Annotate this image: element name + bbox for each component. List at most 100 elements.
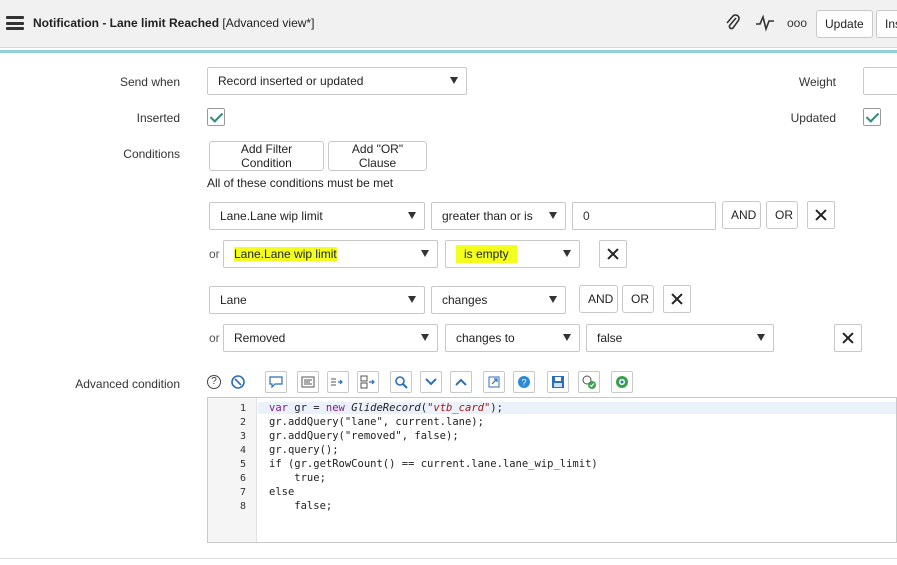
code-line: true; [269,472,326,484]
send-when-select[interactable]: Record inserted or updated [207,67,467,95]
code-keyword: new [325,402,345,414]
condition-operator-select[interactable]: changes [431,286,566,314]
replace-icon[interactable] [327,371,349,393]
inserted-label: Inserted [136,111,180,125]
chevron-down-icon [450,77,458,84]
code-line: false; [269,500,333,512]
remove-condition-button[interactable] [599,240,627,268]
send-when-value: Record inserted or updated [218,74,364,88]
save-icon[interactable] [547,371,569,393]
or-button[interactable]: OR [766,201,798,229]
line-number: 1 [239,403,246,414]
title-record-name: Notification - Lane limit Reached [33,16,220,30]
and-button[interactable]: AND [722,201,761,229]
format-code-icon[interactable] [297,371,319,393]
update-button[interactable]: Update [816,10,873,38]
line-number: 4 [239,445,246,456]
all-conditions-text: All of these conditions must be met [207,176,394,190]
line-number: 5 [239,459,246,470]
send-when-label: Send when [119,75,180,89]
remove-condition-button[interactable] [663,285,691,313]
condition-operator-value: changes to [456,331,515,345]
code-text: ); [490,402,503,414]
code-line: gr.addQuery("removed", false); [269,430,459,442]
line-number: 6 [239,473,246,484]
header-accent-line [0,50,897,53]
code-line: else [269,486,295,498]
code-text: gr = [287,402,326,414]
remove-condition-button[interactable] [807,201,835,229]
weight-input[interactable] [863,67,897,95]
condition-value-select[interactable]: false [586,324,774,352]
or-text: or [209,331,220,345]
chevron-down-icon [549,212,557,219]
chevron-up-icon[interactable] [450,371,472,393]
code-line: if (gr.getRowCount() == current.lane.lan… [269,458,598,470]
chevron-down-icon [757,334,765,341]
condition-operator-select[interactable]: greater than or is [431,202,566,230]
condition-field-value: Lane [220,293,247,307]
condition-field-select[interactable]: Lane [209,286,425,314]
script-tree-icon[interactable] [227,371,249,393]
condition-value-input[interactable]: 0 [572,202,716,230]
condition-field-value: Removed [234,331,286,345]
help-circle-icon[interactable]: ? [513,371,535,393]
svg-text:?: ? [521,378,526,388]
updated-checkbox[interactable] [863,108,881,126]
chevron-down-icon [421,250,429,257]
page-title: Notification - Lane limit Reached [Advan… [33,16,314,30]
chevron-down-icon [421,334,429,341]
chevron-down-icon [563,334,571,341]
comment-icon[interactable] [265,371,287,393]
open-external-icon[interactable] [483,371,505,393]
add-or-clause-button[interactable]: Add "OR" Clause [328,141,427,171]
condition-value: false [597,331,623,345]
condition-operator-select[interactable]: is empty [445,240,580,268]
condition-operator-select[interactable]: changes to [445,324,580,352]
more-icon[interactable]: ooo [786,12,808,34]
insert-button[interactable]: Ins [876,10,897,38]
chevron-down-icon [408,212,416,219]
add-filter-condition-button[interactable]: Add Filter Condition [209,141,324,171]
condition-field-value: Lane.Lane wip limit [234,247,337,261]
inserted-checkbox[interactable] [207,108,225,126]
weight-label: Weight [798,75,836,89]
divider [0,558,897,559]
line-number: 7 [239,487,246,498]
activity-icon[interactable] [754,12,776,34]
condition-field-select[interactable]: Lane.Lane wip limit [223,240,438,268]
condition-operator-value: is empty [456,245,517,263]
and-button[interactable]: AND [579,285,618,313]
help-icon[interactable]: ? [207,375,221,389]
menu-icon[interactable] [6,16,24,30]
condition-operator-value: changes [442,293,488,307]
line-number: 2 [239,417,246,428]
chevron-down-icon [563,250,571,257]
or-button[interactable]: OR [622,285,654,313]
remove-condition-button[interactable] [834,324,862,352]
line-gutter: 1 2 3 4 5 6 7 8 [208,398,257,542]
line-number: 3 [239,431,246,442]
paperclip-icon[interactable] [722,12,744,34]
replace-all-icon[interactable] [357,371,379,393]
check-syntax-icon[interactable] [578,371,600,393]
code-line: gr.addQuery("lane", current.lane); [269,416,484,428]
conditions-label: Conditions [123,147,180,161]
condition-field-select[interactable]: Lane.Lane wip limit [209,202,425,230]
search-icon[interactable] [390,371,412,393]
code-string: "vtb_card" [427,402,491,414]
condition-field-value: Lane.Lane wip limit [220,209,323,223]
chevron-down-icon[interactable] [420,371,442,393]
script-editor[interactable]: 1 2 3 4 5 6 7 8 var gr = new GlideRecord… [207,397,897,543]
debug-icon[interactable] [611,371,633,393]
code-keyword: var [269,402,288,414]
chevron-down-icon [408,296,416,303]
form-header: Notification - Lane limit Reached [Advan… [0,0,897,48]
code-line: gr.query(); [269,444,339,456]
advanced-condition-label: Advanced condition [75,377,180,391]
code-line: var gr = new GlideRecord("vtb_card"); [258,402,896,414]
line-number: 8 [239,501,246,512]
updated-label: Updated [790,111,836,125]
title-view: [Advanced view*] [219,16,315,30]
condition-field-select[interactable]: Removed [223,324,438,352]
